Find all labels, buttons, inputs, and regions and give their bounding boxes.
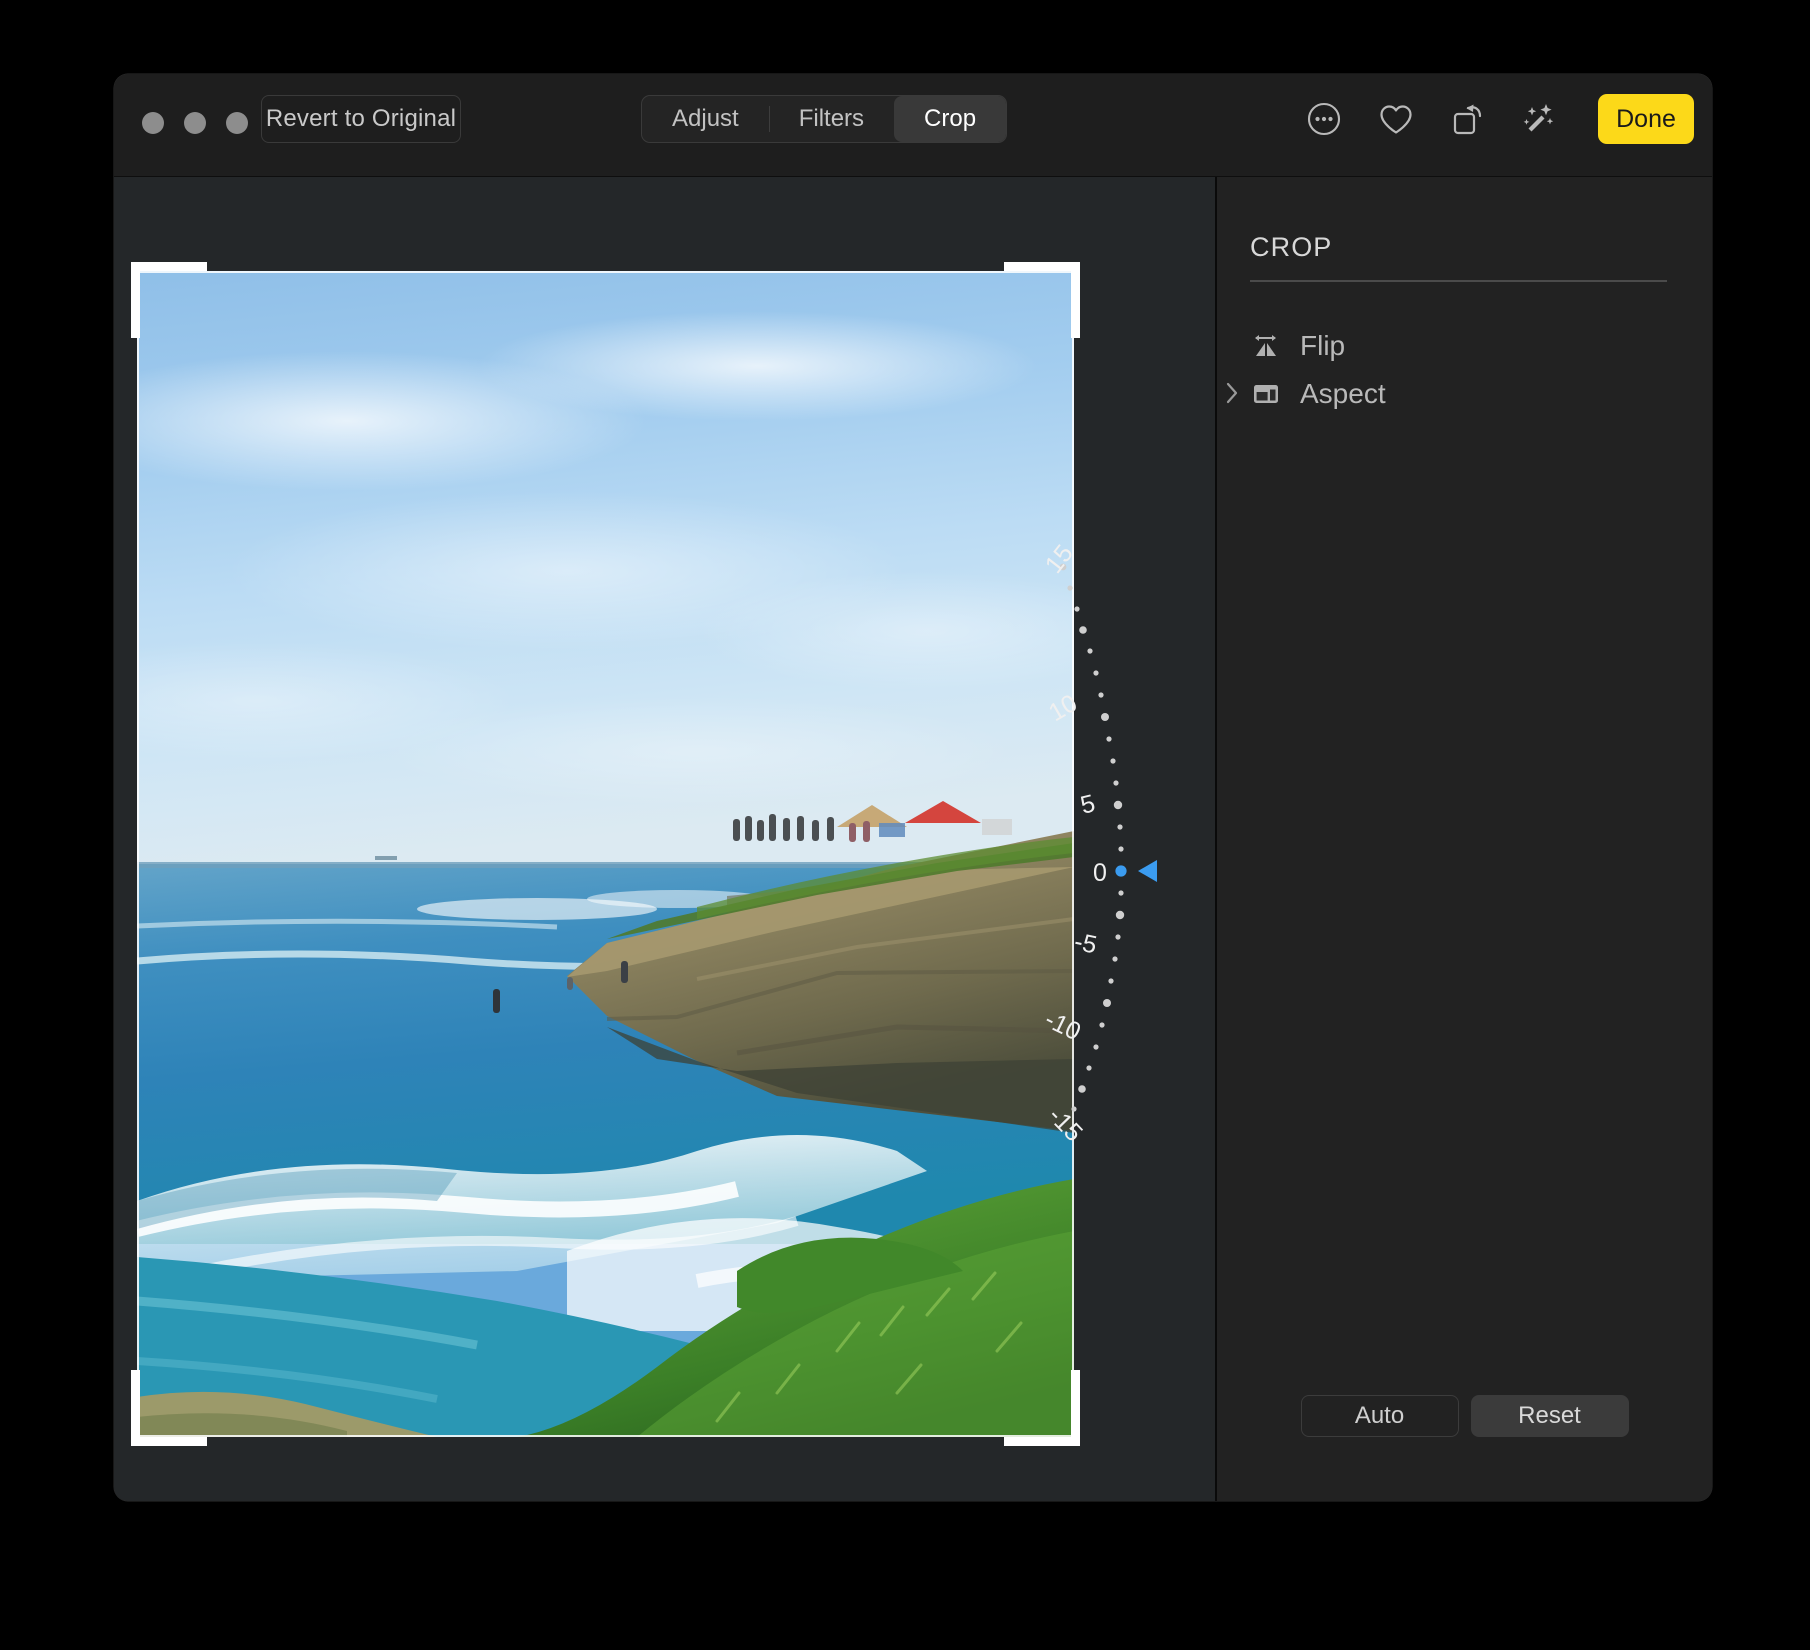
maximize-button[interactable] — [226, 112, 248, 134]
traffic-light-controls — [142, 112, 248, 134]
auto-button-label: Auto — [1354, 1402, 1405, 1429]
photo-image — [137, 271, 1074, 1437]
revert-to-original-label: Revert to Original — [265, 105, 457, 132]
window-titlebar: Revert to Original Adjust Filters Crop D… — [114, 74, 1712, 177]
flip-icon — [1250, 331, 1282, 361]
dial-tick-0: 0 — [1093, 859, 1107, 887]
crop-handle-bottom-right[interactable] — [1004, 1437, 1080, 1446]
minimize-button[interactable] — [184, 112, 206, 134]
editor-body: 15 10 5 0 -5 -10 -15 CROP Flip Aspect Au… — [114, 177, 1712, 1501]
inspector-item-aspect-label: Aspect — [1300, 378, 1386, 409]
dial-tick-minus5: -5 — [1072, 927, 1100, 959]
inspector-item-flip-label: Flip — [1300, 330, 1346, 361]
aspect-icon-glyph — [1254, 385, 1278, 403]
done-button-label: Done — [1616, 104, 1676, 133]
crop-handle-top-right[interactable] — [1004, 262, 1080, 271]
flip-icon-glyph — [1255, 335, 1276, 356]
tab-crop-label: Crop — [924, 105, 977, 132]
photo-artwork — [137, 271, 1074, 1437]
close-button[interactable] — [142, 112, 164, 134]
dial-tick-5: 5 — [1078, 789, 1098, 820]
crop-panel-title: CROP — [1250, 232, 1333, 262]
photo-canvas[interactable]: 15 10 5 0 -5 -10 -15 — [114, 177, 1215, 1501]
favorite-heart-icon — [1380, 105, 1412, 134]
crop-handle-top-left[interactable] — [131, 262, 207, 271]
inspector-footer-buttons: Auto Reset — [1217, 1395, 1712, 1437]
screen-root: Revert to Original Adjust Filters Crop D… — [0, 0, 1810, 1650]
reset-button-label: Reset — [1518, 1402, 1581, 1429]
toolbar-icon-group: Done — [1288, 94, 1694, 144]
auto-button[interactable]: Auto — [1300, 1395, 1459, 1437]
tab-filters[interactable]: Filters — [768, 96, 894, 142]
edit-mode-segmented-control: Adjust Filters Crop — [641, 95, 1008, 143]
chevron-right-icon[interactable] — [1225, 381, 1239, 405]
tab-filters-label: Filters — [798, 105, 865, 132]
favorite-button[interactable] — [1360, 94, 1432, 144]
aspect-icon — [1250, 379, 1282, 409]
more-options-button[interactable] — [1288, 94, 1360, 144]
crop-handle-bottom-left[interactable] — [131, 1370, 140, 1446]
reset-button[interactable]: Reset — [1470, 1395, 1629, 1437]
magic-wand-icon — [1523, 104, 1554, 132]
crop-handle-top-left[interactable] — [131, 262, 140, 338]
done-button[interactable]: Done — [1598, 94, 1694, 144]
crop-handle-bottom-left[interactable] — [131, 1437, 207, 1446]
tab-adjust-label: Adjust — [672, 105, 739, 132]
auto-enhance-button[interactable] — [1504, 94, 1576, 144]
crop-inspector-panel: CROP Flip Aspect Auto Reset — [1217, 177, 1712, 1501]
crop-handle-top-right[interactable] — [1071, 262, 1080, 338]
crop-frame[interactable] — [131, 262, 1080, 1446]
crop-handle-bottom-right[interactable] — [1071, 1370, 1080, 1446]
revert-to-original-button[interactable]: Revert to Original — [261, 95, 461, 143]
more-options-icon — [1307, 102, 1341, 136]
rotate-icon — [1453, 104, 1482, 135]
inspector-item-aspect[interactable]: Aspect — [1226, 372, 1386, 416]
tab-adjust[interactable]: Adjust — [642, 96, 769, 142]
inspector-item-flip[interactable]: Flip — [1250, 324, 1345, 368]
rotation-dial-pointer — [1138, 860, 1157, 882]
rotation-dial-zero-dot — [1115, 865, 1127, 877]
rotate-button[interactable] — [1432, 94, 1504, 144]
photos-editor-window: Revert to Original Adjust Filters Crop D… — [114, 74, 1712, 1501]
tab-crop[interactable]: Crop — [894, 96, 1007, 142]
crop-panel-divider — [1250, 280, 1667, 282]
